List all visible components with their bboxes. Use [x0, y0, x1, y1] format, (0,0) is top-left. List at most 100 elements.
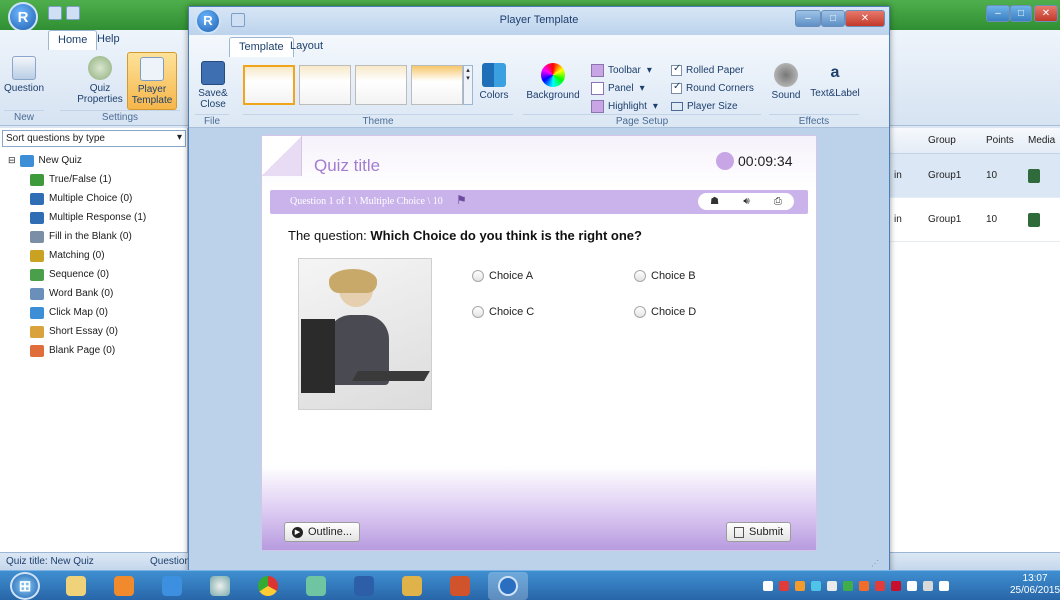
question-button[interactable]: Question: [4, 56, 44, 94]
tray-icon[interactable]: [763, 581, 773, 591]
group-label-settings: Settings: [60, 110, 180, 123]
radio-d[interactable]: [634, 306, 646, 319]
clock[interactable]: 13:07 25/06/2015: [1010, 573, 1060, 597]
save-icon[interactable]: [231, 13, 245, 27]
main-maximize-button[interactable]: □: [1010, 5, 1032, 22]
maximize-button[interactable]: □: [821, 10, 845, 27]
tree-item[interactable]: Sequence (0): [30, 265, 146, 284]
column-points[interactable]: Points: [986, 135, 1028, 146]
tree-item[interactable]: Multiple Response (1): [30, 208, 146, 227]
tool-taskbar-button[interactable]: [392, 572, 432, 600]
save-close-button[interactable]: Save& Close: [195, 61, 231, 110]
volume-tray-icon[interactable]: [939, 581, 949, 591]
choice-b[interactable]: Choice B: [634, 270, 696, 283]
table-row[interactable]: in Group1 10: [890, 198, 1060, 242]
tray-icon[interactable]: [843, 581, 853, 591]
flag-tray-icon[interactable]: [907, 581, 917, 591]
tab-help[interactable]: Help: [88, 30, 129, 50]
tree-item[interactable]: Word Bank (0): [30, 284, 146, 303]
dvd-taskbar-button[interactable]: [200, 572, 240, 600]
collapse-icon[interactable]: ⊟: [8, 155, 16, 166]
theme-thumb-1[interactable]: [243, 65, 295, 105]
rolled-paper-checkbox[interactable]: Rolled Paper: [671, 61, 754, 79]
theme-thumb-4[interactable]: [411, 65, 463, 105]
tree-item[interactable]: Click Map (0): [30, 303, 146, 322]
tray-icon[interactable]: [811, 581, 821, 591]
volume-icon[interactable]: 🔊︎: [743, 196, 749, 207]
tray-icon[interactable]: [795, 581, 805, 591]
main-minimize-button[interactable]: –: [986, 5, 1010, 22]
toolbar-color[interactable]: Toolbar ▾: [591, 61, 658, 79]
tree-item[interactable]: Multiple Choice (0): [30, 189, 146, 208]
quick-save-icon[interactable]: [66, 6, 80, 20]
dropbox-taskbar-button[interactable]: [152, 572, 192, 600]
chrome-taskbar-button[interactable]: [248, 572, 288, 600]
theme-thumb-2[interactable]: [299, 65, 351, 105]
theme-scroll[interactable]: ▴ ▾: [463, 65, 473, 105]
click-map-icon: [30, 306, 44, 319]
sound-button[interactable]: Sound: [769, 63, 803, 101]
word-icon: [354, 576, 374, 596]
close-button[interactable]: ✕: [845, 10, 885, 27]
choice-c[interactable]: Choice C: [472, 306, 534, 319]
word-taskbar-button[interactable]: [344, 572, 384, 600]
timer: 00:09:34: [738, 153, 793, 169]
highlight-color[interactable]: Highlight ▾: [591, 97, 658, 115]
tree-item-label: Matching (0): [49, 250, 105, 261]
outline-button[interactable]: ▶ Outline...: [284, 522, 361, 542]
round-corners-checkbox[interactable]: Round Corners: [671, 79, 754, 97]
main-close-button[interactable]: ✕: [1034, 5, 1058, 22]
panel-color[interactable]: Panel ▾: [591, 79, 658, 97]
print-icon[interactable]: ⎙: [774, 196, 782, 207]
tree-item[interactable]: Short Essay (0): [30, 322, 146, 341]
quick-access-button[interactable]: [48, 6, 62, 20]
app-menu-button[interactable]: R: [8, 2, 38, 32]
sort-select[interactable]: Sort questions by type ▾: [2, 130, 186, 147]
minimize-button[interactable]: –: [795, 10, 821, 27]
column-group[interactable]: Group: [928, 135, 986, 146]
tab-layout[interactable]: Layout: [281, 37, 332, 57]
start-button[interactable]: ⊞: [10, 572, 40, 600]
tree-item-label: Sequence (0): [49, 269, 110, 280]
media-icon[interactable]: [1028, 212, 1040, 227]
choice-a[interactable]: Choice A: [472, 270, 533, 283]
radio-a[interactable]: [472, 270, 484, 283]
radio-b[interactable]: [634, 270, 646, 283]
radio-c[interactable]: [472, 306, 484, 319]
short-essay-icon: [30, 325, 44, 338]
table-row[interactable]: in Group1 10: [890, 154, 1060, 198]
background-button[interactable]: Background: [523, 63, 583, 101]
app-taskbar-button[interactable]: [296, 572, 336, 600]
office-taskbar-button[interactable]: [440, 572, 480, 600]
tray-icon[interactable]: [875, 581, 885, 591]
explorer-taskbar-button[interactable]: [56, 572, 96, 600]
tray-icon[interactable]: [859, 581, 869, 591]
quiz-title: Quiz title: [314, 156, 381, 175]
text-label-button[interactable]: a Text&Label: [810, 61, 859, 99]
submit-button[interactable]: Submit: [726, 522, 792, 542]
column-media[interactable]: Media: [1028, 135, 1055, 146]
media-taskbar-button[interactable]: [104, 572, 144, 600]
network-icon[interactable]: [923, 581, 933, 591]
tree-item[interactable]: Matching (0): [30, 246, 146, 265]
tree-item[interactable]: Blank Page (0): [30, 341, 146, 360]
tray-icon[interactable]: [891, 581, 901, 591]
attachment-icon[interactable]: ☗: [710, 196, 719, 207]
tree-item[interactable]: True/False (1): [30, 170, 146, 189]
flag-icon[interactable]: ⚑: [456, 193, 467, 208]
tray-icon[interactable]: [827, 581, 837, 591]
player-size-button[interactable]: Player Size: [671, 97, 754, 115]
tray-icon[interactable]: [779, 581, 789, 591]
tree-root[interactable]: ⊟ New Quiz: [8, 151, 146, 170]
quiz-taskbar-button[interactable]: [488, 572, 528, 600]
player-template-button[interactable]: Player Template: [127, 52, 177, 110]
colors-button[interactable]: Colors: [477, 63, 511, 101]
window-title-bar: R Player Template – □ ✕: [189, 7, 889, 35]
theme-thumb-3[interactable]: [355, 65, 407, 105]
choice-d[interactable]: Choice D: [634, 306, 696, 319]
colors-icon: [482, 63, 506, 87]
player-app-button[interactable]: R: [195, 8, 221, 34]
tree-item[interactable]: Fill in the Blank (0): [30, 227, 146, 246]
quiz-properties-button[interactable]: Quiz Properties: [76, 56, 124, 105]
media-icon[interactable]: [1028, 168, 1040, 183]
